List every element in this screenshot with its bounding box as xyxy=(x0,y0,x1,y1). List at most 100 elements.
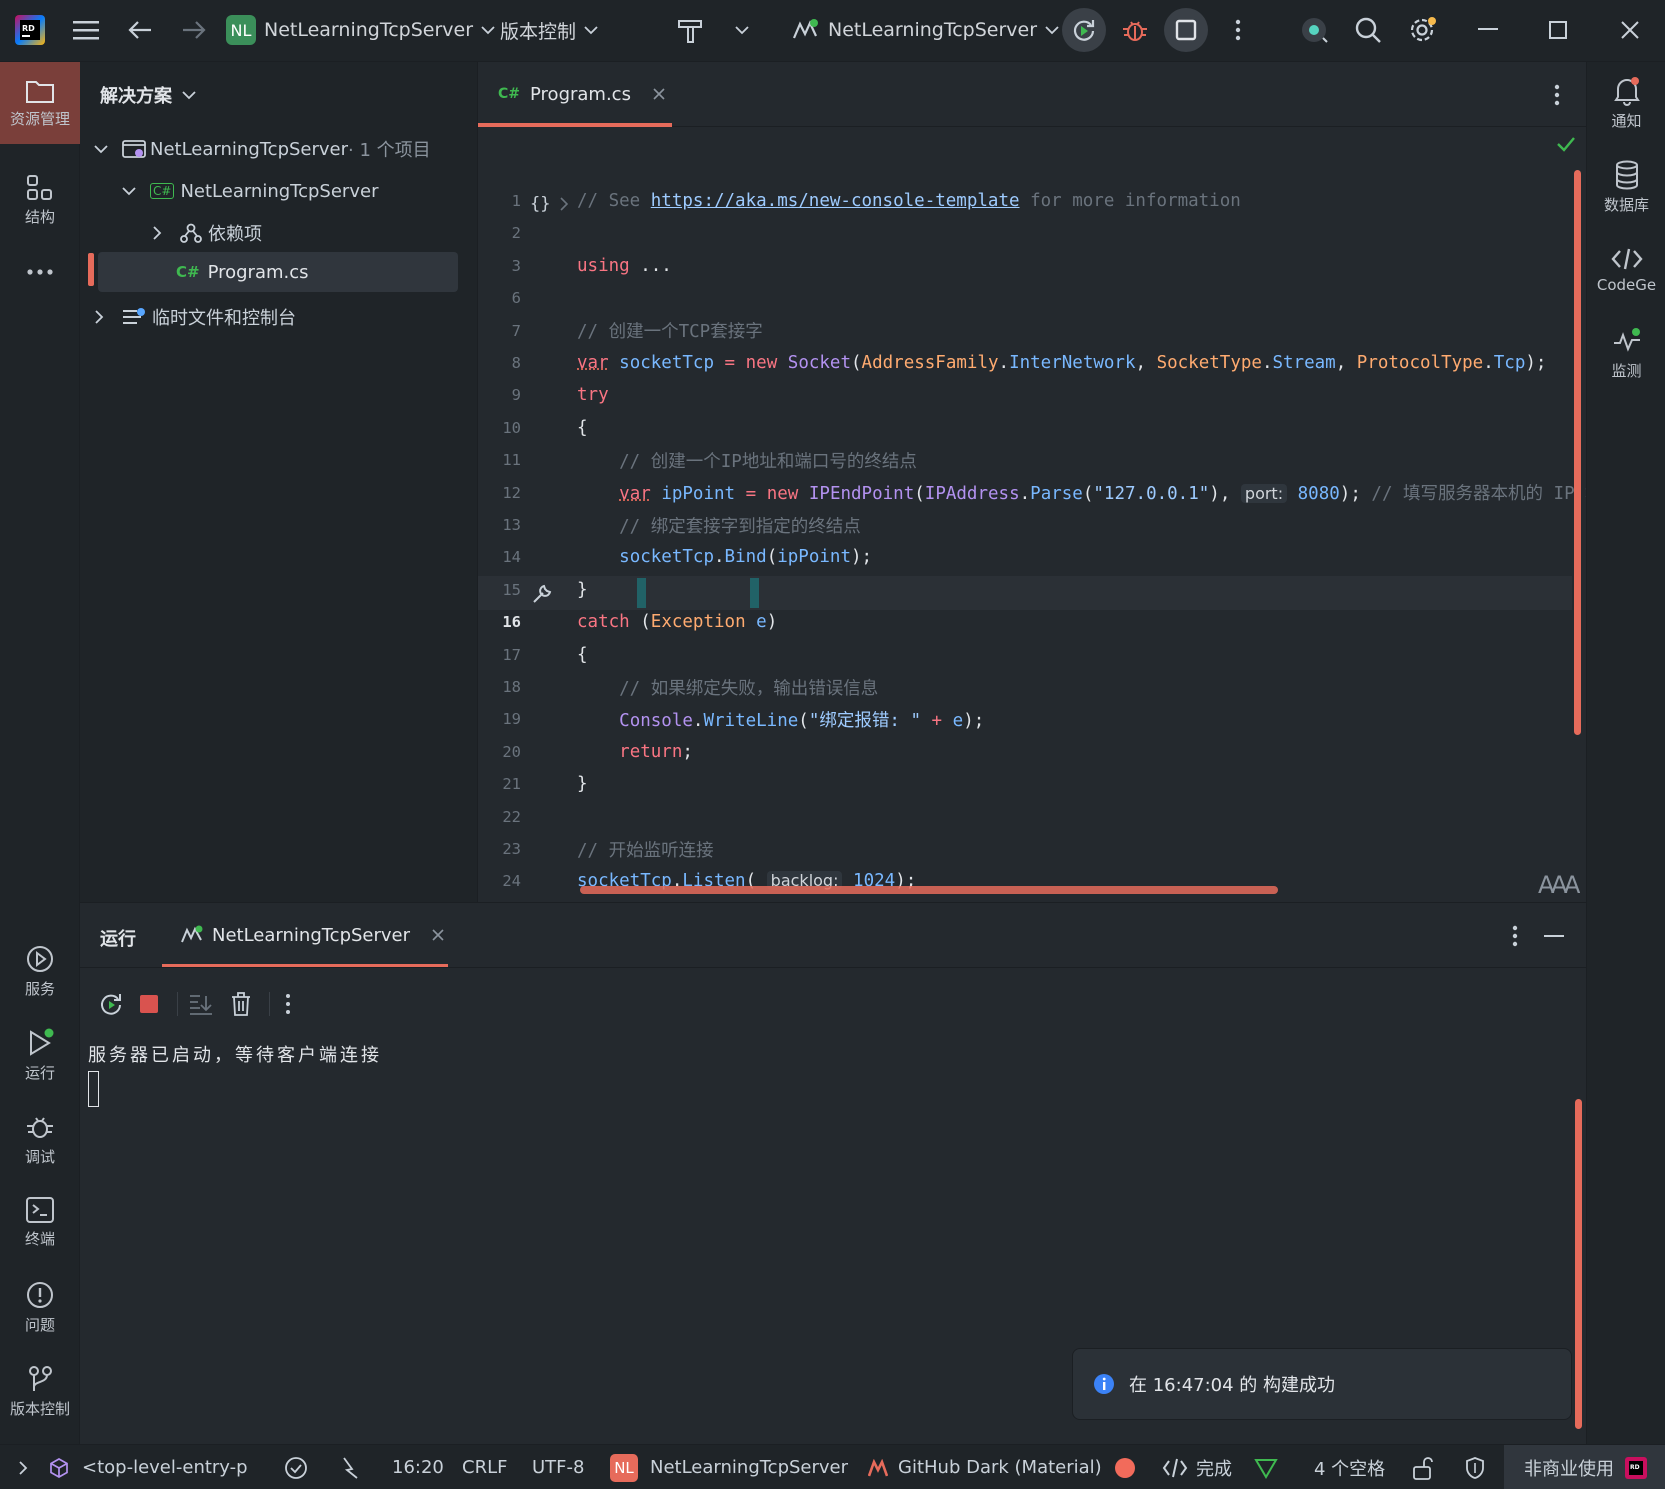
code-line[interactable]: 11 // 创建一个IP地址和端口号的终结点 xyxy=(478,443,1586,477)
more-vertical-icon[interactable] xyxy=(1512,925,1518,947)
settings-gear-icon[interactable] xyxy=(1402,10,1442,50)
breadcrumb[interactable]: <top-level-entry-p xyxy=(18,1445,248,1489)
forward-arrow-icon[interactable] xyxy=(174,10,214,50)
analysis-check-icon[interactable] xyxy=(284,1445,308,1489)
code-line[interactable]: 13 // 绑定套接字到指定的终结点 xyxy=(478,508,1586,542)
run-tab[interactable]: NetLearningTcpServer xyxy=(162,903,448,967)
code-line[interactable]: 21} xyxy=(478,767,1586,801)
code-line[interactable]: 23 // 开始监听连接 xyxy=(478,832,1586,866)
code-line[interactable]: 20 return; xyxy=(478,735,1586,769)
horizontal-scrollbar[interactable] xyxy=(580,886,1278,894)
tool-structure[interactable]: 结构 xyxy=(0,174,80,227)
status-project[interactable]: NL NetLearningTcpServer xyxy=(610,1445,848,1489)
power-save-icon[interactable] xyxy=(340,1445,362,1489)
tool-run[interactable]: 运行 xyxy=(0,1028,80,1083)
search-icon[interactable] xyxy=(1348,10,1388,50)
console-scrollbar[interactable] xyxy=(1575,1099,1582,1429)
fold-braces-icon[interactable]: {} xyxy=(530,194,550,214)
license-status[interactable]: 非商业使用 RD xyxy=(1504,1445,1665,1489)
close-icon[interactable] xyxy=(1610,10,1650,50)
vcs-menu[interactable]: 版本控制 xyxy=(500,10,598,50)
vertical-scrollbar[interactable] xyxy=(1574,170,1581,735)
rerun-icon[interactable] xyxy=(1062,8,1106,52)
minimize-panel-icon[interactable] xyxy=(1544,935,1564,938)
debug-bug-icon[interactable] xyxy=(1115,10,1155,50)
tree-item-project[interactable]: C# NetLearningTcpServer xyxy=(122,171,378,211)
code-line[interactable]: 2 xyxy=(478,216,1586,250)
file-encoding[interactable]: UTF-8 xyxy=(532,1445,584,1489)
code-line[interactable]: 10 { xyxy=(478,411,1586,445)
rerun-icon[interactable] xyxy=(98,991,124,1017)
shield-icon[interactable] xyxy=(1464,1445,1486,1489)
tool-debug[interactable]: 调试 xyxy=(0,1112,80,1167)
run-config-selector[interactable]: NetLearningTcpServer xyxy=(792,10,1059,50)
line-number: 12 xyxy=(502,483,521,502)
code-line[interactable]: 17 { xyxy=(478,638,1586,672)
stop-icon[interactable] xyxy=(139,994,159,1014)
tree-item-solution[interactable]: NetLearningTcpServer · 1 个项目 xyxy=(94,129,431,169)
code-line[interactable]: 3 using ... xyxy=(478,249,1586,283)
code-token: Socket xyxy=(787,353,851,373)
maximize-icon[interactable] xyxy=(1538,10,1578,50)
code-line[interactable]: 16 catch (Exception e) xyxy=(478,605,1586,639)
fold-chevron-right-icon[interactable] xyxy=(559,197,569,211)
tool-explorer[interactable]: 资源管理 xyxy=(0,62,80,144)
code-line[interactable]: 1 // See https://aka.ms/new-console-templ… xyxy=(478,184,1586,218)
code-token: socketTcp xyxy=(619,547,714,568)
build-options-chevron-icon[interactable] xyxy=(722,10,762,50)
tree-item-scratches[interactable]: 临时文件和控制台 xyxy=(94,297,296,337)
code-line[interactable]: 6 xyxy=(478,281,1586,315)
tool-database[interactable]: 数据库 xyxy=(1587,160,1665,215)
tool-notifications[interactable]: 通知 xyxy=(1587,76,1665,131)
tool-vcs[interactable]: 版本控制 xyxy=(0,1364,80,1419)
more-vertical-icon[interactable] xyxy=(1218,10,1258,50)
tree-item-program-cs[interactable]: C# Program.cs xyxy=(176,252,309,292)
minimize-icon[interactable] xyxy=(1468,10,1508,50)
theme-switcher[interactable]: GitHub Dark (Material) xyxy=(868,1445,1102,1489)
solution-header[interactable]: 解决方案 xyxy=(100,82,196,108)
code-line[interactable]: 19 Console.WriteLine("绑定报错: " + e); xyxy=(478,702,1586,736)
record-dot-icon[interactable] xyxy=(1114,1445,1136,1489)
code-line[interactable]: 15} xyxy=(478,573,1586,607)
code-line[interactable]: 14 socketTcp.Bind(ipPoint); xyxy=(478,540,1586,574)
code-line[interactable]: 22 xyxy=(478,800,1586,834)
tool-codegen[interactable]: CodeGe xyxy=(1587,246,1665,294)
more-vertical-icon[interactable] xyxy=(1554,84,1560,106)
tab-close-icon[interactable] xyxy=(653,88,665,100)
code-with-me-icon[interactable] xyxy=(1294,10,1334,50)
clear-trash-icon[interactable] xyxy=(230,991,252,1017)
inspection-ok-check-icon[interactable] xyxy=(1556,136,1576,152)
code-line[interactable]: 18 // 如果绑定失败，输出错误信息 xyxy=(478,670,1586,704)
caret-position[interactable]: 16:20 xyxy=(392,1445,444,1489)
tool-services[interactable]: 服务 xyxy=(0,944,80,999)
tool-problems[interactable]: 问题 xyxy=(0,1280,80,1335)
line-separator[interactable]: CRLF xyxy=(462,1445,507,1489)
indent-setting[interactable]: 4 个空格 xyxy=(1314,1445,1385,1489)
code-line[interactable]: 7 // 创建一个TCP套接字 xyxy=(478,314,1586,348)
wrench-icon[interactable] xyxy=(530,582,554,606)
reader-mode-icon[interactable]: AAA xyxy=(1538,869,1580,897)
back-arrow-icon[interactable] xyxy=(120,10,160,50)
code-line[interactable]: 12 var ipPoint = new IPEndPoint(IPAddres… xyxy=(478,476,1620,510)
more-tools-icon[interactable] xyxy=(0,268,80,276)
tab-program-cs[interactable]: C# Program.cs xyxy=(478,62,672,126)
scroll-to-end-icon[interactable] xyxy=(188,992,214,1016)
project-selector[interactable]: NL NetLearningTcpServer xyxy=(226,10,495,50)
console-cursor[interactable] xyxy=(88,1071,99,1107)
more-vertical-icon[interactable] xyxy=(285,993,291,1015)
build-notification[interactable]: 在 16:47:04 的 构建成功 xyxy=(1072,1348,1572,1420)
tool-terminal[interactable]: 终端 xyxy=(0,1196,80,1249)
tool-database-label: 数据库 xyxy=(1603,196,1649,214)
tree-item-dependencies[interactable]: 依赖项 xyxy=(152,213,262,253)
stop-icon[interactable] xyxy=(1164,8,1208,52)
codegen-status[interactable]: 完成 xyxy=(1162,1445,1232,1489)
tool-monitor[interactable]: 监测 xyxy=(1587,326,1665,381)
run-tab-close-icon[interactable] xyxy=(432,929,444,941)
code-line[interactable]: 9 try xyxy=(478,378,1586,412)
unlock-icon[interactable] xyxy=(1412,1445,1434,1489)
main-menu-icon[interactable] xyxy=(66,10,106,50)
code-line[interactable]: 8 var socketTcp = new Socket(AddressFamil… xyxy=(478,346,1586,380)
vue-triangle-icon[interactable] xyxy=(1254,1445,1278,1489)
build-hammer-icon[interactable] xyxy=(670,10,710,50)
